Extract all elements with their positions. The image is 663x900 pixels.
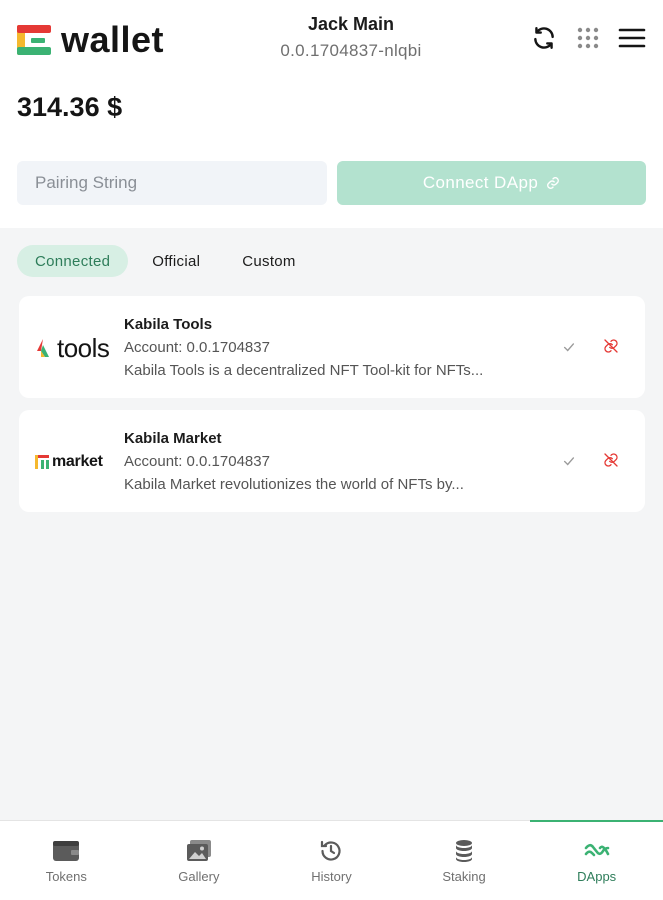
tab-custom[interactable]: Custom [224, 245, 313, 277]
dapp-account: Account: 0.0.1704837 [124, 453, 270, 470]
dapps-icon [584, 843, 609, 857]
nav-label: DApps [577, 869, 617, 884]
balance: 314.36 $ [17, 92, 123, 122]
unlink-icon[interactable] [603, 338, 619, 354]
nav-dapps[interactable]: DApps [530, 820, 663, 900]
menu-icon[interactable] [618, 24, 646, 52]
dapp-title: Kabila Tools [124, 316, 213, 333]
tab-connected[interactable]: Connected [17, 245, 129, 277]
grid-icon[interactable] [574, 24, 602, 52]
coins-icon [456, 840, 473, 862]
connect-dapp-label: Connect DApp [422, 173, 539, 192]
wallet-logo: wallet [17, 22, 164, 58]
wallet-icon [53, 841, 80, 861]
wallet-logo-mark [17, 25, 51, 55]
tools-logo-word: tools [57, 332, 110, 363]
nav-label: Tokens [45, 869, 87, 884]
dapp-account: Account: 0.0.1704837 [124, 339, 270, 356]
nav-label: Staking [442, 869, 486, 884]
logo-text: wallet [61, 19, 165, 60]
tab-official[interactable]: Official [134, 245, 218, 277]
dapp-card-tools[interactable]: tools Kabila Tools Account: 0.0.1704837 … [19, 296, 645, 398]
pairing-string-input[interactable] [17, 161, 327, 205]
check-icon[interactable] [562, 454, 576, 468]
header-actions [530, 24, 646, 52]
dapp-title: Kabila Market [124, 430, 222, 447]
nav-staking[interactable]: Staking [398, 821, 531, 900]
market-logo-word: market [52, 453, 103, 470]
account-header[interactable]: Jack Main 0.0.1704837-nlqbi [240, 14, 462, 61]
refresh-icon[interactable] [530, 24, 558, 52]
kabila-tools-logo: tools [35, 332, 110, 363]
bottom-nav: Tokens Gallery History Staking DApps [0, 820, 663, 900]
nav-history[interactable]: History [265, 821, 398, 900]
kabila-market-logo: market [35, 448, 103, 476]
check-icon[interactable] [562, 340, 576, 354]
top-panel: wallet Jack Main 0.0.1704837-nlqbi 314.3… [0, 0, 663, 228]
dapp-description: Kabila Market revolutionizes the world o… [124, 476, 464, 493]
nav-tokens[interactable]: Tokens [0, 821, 133, 900]
nav-label: History [311, 869, 352, 884]
dapp-card-market[interactable]: market Kabila Market Account: 0.0.170483… [19, 410, 645, 512]
nav-label: Gallery [178, 869, 220, 884]
gallery-icon [186, 840, 211, 861]
nav-gallery[interactable]: Gallery [133, 821, 266, 900]
dapp-description: Kabila Tools is a decentralized NFT Tool… [124, 362, 484, 379]
account-id: 0.0.1704837-nlqbi [280, 41, 422, 60]
unlink-icon[interactable] [603, 452, 619, 468]
account-name: Jack Main [307, 14, 395, 34]
connect-dapp-button[interactable]: Connect DApp [337, 161, 646, 205]
link-icon [547, 177, 560, 189]
history-icon [321, 840, 342, 861]
dapp-tabs: Connected Official Custom [17, 245, 314, 277]
